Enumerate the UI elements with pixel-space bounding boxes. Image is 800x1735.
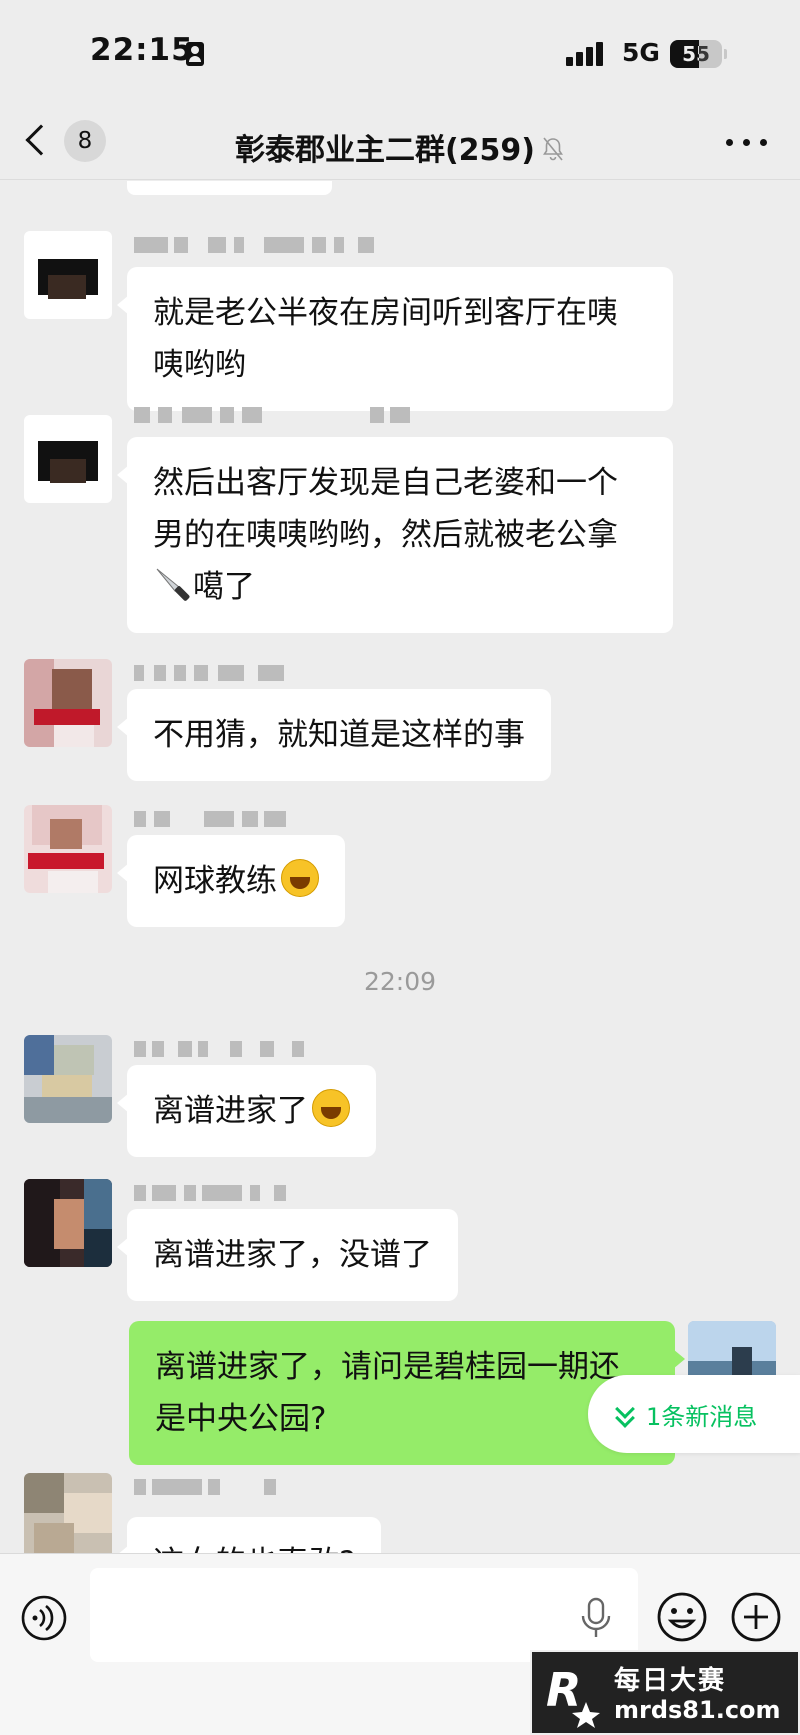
message-bubble[interactable]: 离谱进家了，没谱了 bbox=[117, 1209, 458, 1301]
knife-emoji-icon bbox=[156, 568, 190, 601]
emoji-icon[interactable] bbox=[656, 1591, 708, 1643]
chat-title-text: 彰泰郡业主二群(259) bbox=[234, 133, 536, 168]
avatar[interactable] bbox=[24, 659, 112, 747]
message-list[interactable]: 就是老公半夜在房间听到客厅在咦咦哟哟 然后出客厅发现是自己老婆和一个男的在咦咦哟… bbox=[0, 181, 800, 1553]
avatar[interactable] bbox=[24, 1035, 112, 1123]
watermark-title: 每日大赛 bbox=[614, 1666, 727, 1696]
watermark-url: mrds81.com bbox=[614, 1696, 781, 1724]
sender-name-blurred bbox=[134, 659, 434, 687]
grinning-emoji-icon bbox=[281, 859, 319, 897]
plus-icon[interactable] bbox=[730, 1591, 782, 1643]
message-bubble[interactable]: 不用猜，就知道是这样的事 bbox=[117, 689, 551, 781]
message-text: 离谱进家了 bbox=[153, 1093, 308, 1129]
microphone-icon[interactable] bbox=[578, 1596, 614, 1640]
sender-name-blurred bbox=[134, 1035, 434, 1063]
watermark: R 每日大赛 mrds81.com bbox=[530, 1650, 800, 1735]
more-options-button[interactable] bbox=[724, 127, 770, 157]
new-message-label: 1条新消息 bbox=[646, 1403, 758, 1431]
message-text: 离谱进家了，请问是碧桂园一期还是中央公园? bbox=[155, 1349, 620, 1437]
message-timestamp: 22:09 bbox=[363, 967, 437, 996]
battery-icon: 55 bbox=[670, 40, 722, 68]
message-text: 不用猜，就知道是这样的事 bbox=[153, 717, 525, 753]
message-bubble[interactable]: 网球教练 bbox=[117, 835, 345, 927]
avatar[interactable] bbox=[24, 231, 112, 319]
message-bubble[interactable]: 离谱进家了 bbox=[117, 1065, 376, 1157]
message-text: 这女的也真敢? bbox=[153, 1545, 355, 1553]
message-text: 然后出客厅发现是自己老婆和一个男的在咦咦哟哟，然后就被老公拿 bbox=[153, 465, 618, 553]
message-bubble[interactable]: 这女的也真敢? bbox=[116, 1517, 382, 1553]
bell-muted-icon bbox=[543, 137, 564, 161]
chat-header: 8 彰泰郡业主二群(259) bbox=[0, 105, 800, 180]
sender-name-blurred bbox=[134, 401, 434, 429]
new-message-button[interactable]: 1条新消息 bbox=[588, 1375, 800, 1453]
message-text: 网球教练 bbox=[153, 863, 277, 899]
person-icon bbox=[186, 42, 204, 66]
sender-name-blurred bbox=[134, 805, 434, 833]
avatar[interactable] bbox=[24, 1179, 112, 1267]
avatar[interactable] bbox=[24, 415, 112, 503]
sender-name-blurred bbox=[134, 1473, 434, 1501]
message-bubble[interactable]: 然后出客厅发现是自己老婆和一个男的在咦咦哟哟，然后就被老公拿 噶了 bbox=[117, 437, 673, 633]
message-input[interactable] bbox=[90, 1568, 638, 1662]
message-bubble[interactable]: 就是老公半夜在房间听到客厅在咦咦哟哟 bbox=[117, 267, 673, 411]
status-time: 22:15 bbox=[90, 32, 194, 68]
laughing-crying-emoji-icon bbox=[312, 1089, 350, 1127]
avatar[interactable] bbox=[24, 805, 112, 893]
avatar[interactable] bbox=[24, 1473, 112, 1553]
message-text-continued: 噶了 bbox=[193, 569, 255, 605]
message-text: 离谱进家了，没谱了 bbox=[153, 1237, 432, 1273]
watermark-logo-icon: R bbox=[546, 1663, 600, 1728]
voice-input-icon[interactable] bbox=[20, 1594, 68, 1642]
battery-level: 55 bbox=[682, 42, 710, 66]
sender-name-blurred bbox=[134, 231, 434, 259]
battery-tip bbox=[724, 49, 727, 59]
message-text: 就是老公半夜在房间听到客厅在咦咦哟哟 bbox=[153, 295, 618, 383]
svg-text:R: R bbox=[546, 1663, 581, 1717]
network-type: 5G bbox=[622, 38, 660, 67]
status-bar: 22:15 5G 55 bbox=[0, 0, 800, 105]
signal-icon bbox=[566, 42, 606, 66]
chat-title: 彰泰郡业主二群(259) bbox=[0, 125, 800, 169]
message-bubble-cut-off bbox=[127, 181, 332, 195]
sender-name-blurred bbox=[134, 1179, 434, 1207]
